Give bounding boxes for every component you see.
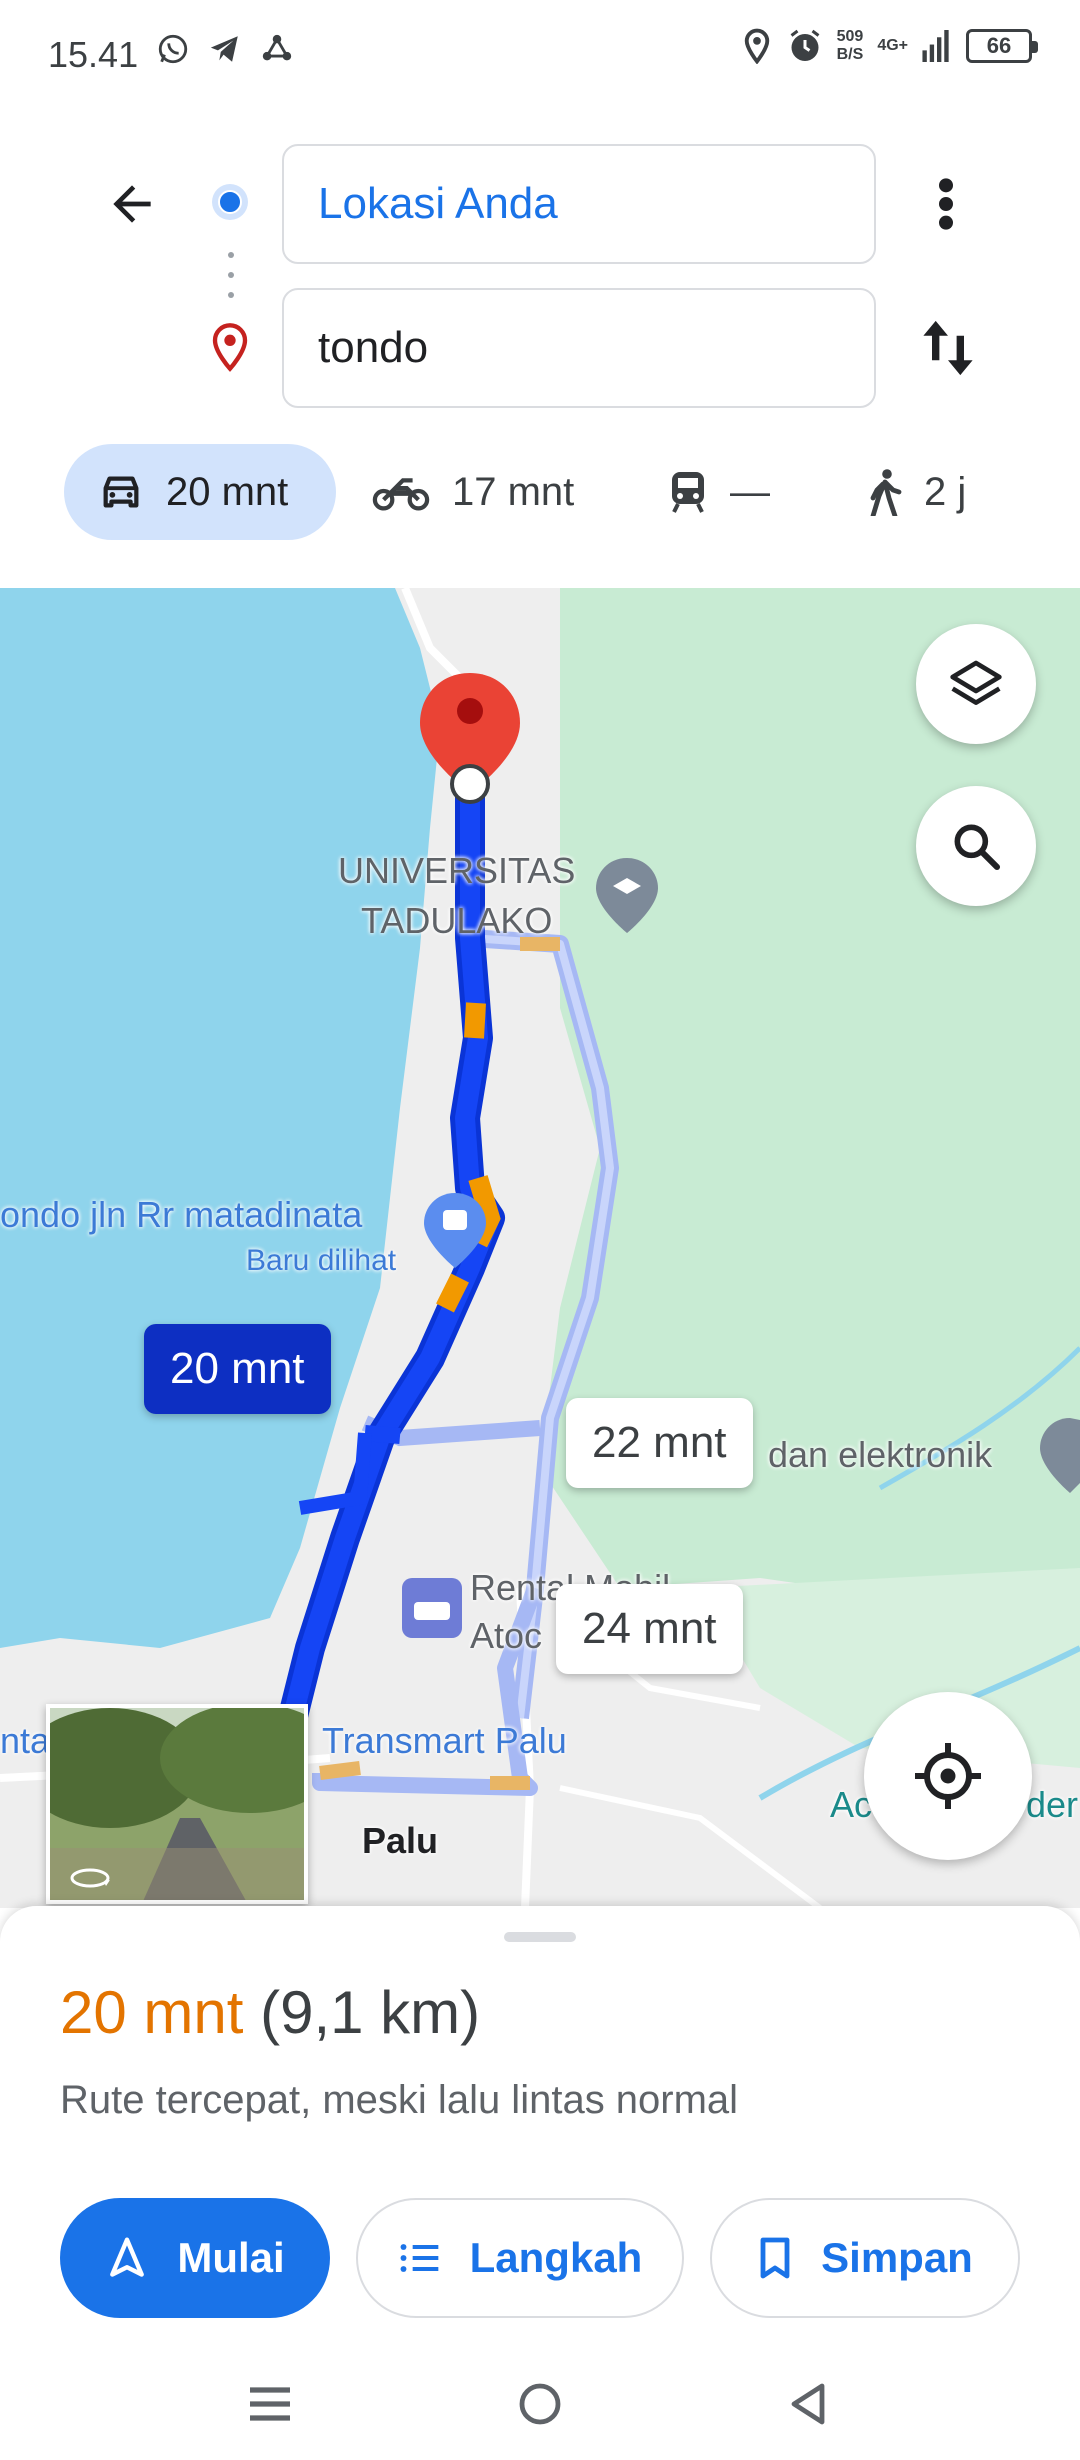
steps-button[interactable]: Langkah — [356, 2198, 684, 2318]
traffic-segment — [464, 1002, 486, 1039]
primary-bubble-label: 20 mnt — [170, 1344, 305, 1393]
route-distance: (9,1 km) — [260, 1979, 481, 2046]
arrow-back-icon — [113, 185, 151, 223]
mode-transit-label: — — [730, 469, 770, 514]
motorcycle-icon — [372, 478, 430, 511]
route-duration: 20 mnt — [60, 1979, 244, 2046]
sheet-drag-handle[interactable] — [504, 1932, 576, 1942]
network-type: 4G+ — [877, 37, 908, 54]
notification-icons — [156, 32, 294, 66]
map-label-electronics: dan elektronik — [768, 1434, 993, 1475]
walk-icon — [870, 469, 902, 516]
origin-field[interactable]: Lokasi Anda — [282, 144, 876, 264]
map-label-transmart: Transmart Palu — [322, 1720, 567, 1761]
mode-motorcycle-label: 17 mnt — [452, 469, 575, 514]
map-label-university: UNIVERSITAS TADULAKO — [338, 846, 575, 946]
search-map-button[interactable] — [916, 786, 1036, 906]
car-icon — [103, 476, 139, 508]
back-nav-button[interactable] — [772, 2368, 844, 2440]
back-button[interactable] — [96, 168, 168, 240]
network-speed-unit: B/S — [836, 46, 864, 63]
start-button[interactable]: Mulai — [60, 2198, 330, 2318]
map-label-recent: Baru dilihat — [246, 1244, 397, 1277]
map-label-right-partial-b: der — [1026, 1784, 1079, 1825]
save-button[interactable]: Simpan — [710, 2198, 1020, 2318]
route-summary: 20 mnt (9,1 km) — [60, 1978, 480, 2047]
battery-level: 66 — [986, 33, 1012, 58]
battery-icon: 66 — [966, 29, 1038, 63]
car-rental-marker — [402, 1578, 462, 1638]
route-time-bubble-alt-1[interactable]: 22 mnt — [566, 1398, 753, 1488]
steps-button-label: Langkah — [469, 2234, 643, 2281]
back-triangle-icon — [791, 2383, 825, 2425]
start-button-label: Mulai — [177, 2234, 285, 2281]
map-label-palu: Palu — [362, 1820, 439, 1861]
traffic-segment — [436, 1273, 469, 1313]
street-view-thumbnail[interactable] — [46, 1704, 308, 1904]
status-time: 15.41 — [48, 34, 139, 75]
menu-lines-icon — [250, 2387, 290, 2421]
more-vert-icon — [939, 178, 953, 230]
layers-button[interactable] — [916, 624, 1036, 744]
home-button[interactable] — [504, 2368, 576, 2440]
map-view[interactable]: UNIVERSITAS TADULAKO ondo jln Rr matadin… — [0, 588, 1080, 1908]
swap-vert-icon — [923, 320, 973, 376]
signal-icon — [922, 30, 949, 62]
mode-car-label: 20 mnt — [166, 469, 289, 514]
layers-icon — [950, 660, 1002, 705]
my-location-icon — [915, 1743, 981, 1809]
route-description: Rute tercepat, meski lalu lintas normal — [60, 2078, 739, 2122]
destination-pin-icon — [212, 323, 248, 372]
origin-dot-icon — [212, 184, 248, 220]
alt2-bubble-label: 24 mnt — [582, 1604, 717, 1653]
rotate-360-icon — [70, 1868, 110, 1888]
network-speed: 509 B/S — [837, 28, 864, 64]
mode-walk-label: 2 j — [924, 469, 967, 514]
mode-tab-walk[interactable]: 2 j — [868, 444, 966, 540]
status-bar: 15.41 509 B/S 4G+ 66 — [0, 0, 1080, 110]
alarm-icon — [790, 29, 820, 61]
sync-icon — [262, 34, 292, 61]
route-connector-dots — [228, 252, 234, 298]
telegram-icon — [210, 36, 238, 62]
status-indicators: 509 B/S 4G+ 66 — [741, 28, 1038, 64]
mode-tab-motorcycle[interactable]: 17 mnt — [372, 444, 574, 540]
save-button-label: Simpan — [821, 2234, 973, 2281]
travel-mode-tabs: 20 mnt 17 mnt — 2 j — [0, 444, 1080, 540]
mode-tab-car[interactable]: 20 mnt — [64, 444, 336, 540]
traffic-segment — [319, 1761, 361, 1780]
route-time-bubble-primary[interactable]: 20 mnt — [144, 1324, 331, 1414]
system-navigation-bar — [0, 2344, 1080, 2460]
bookmark-icon — [760, 2237, 790, 2279]
mode-tab-transit[interactable]: — — [668, 444, 770, 540]
origin-text: Lokasi Anda — [318, 179, 558, 228]
more-options-button[interactable] — [918, 164, 974, 244]
recents-button[interactable] — [234, 2368, 306, 2440]
list-icon — [400, 2244, 438, 2272]
destination-field[interactable]: tondo — [282, 288, 876, 408]
destination-text: tondo — [318, 323, 429, 372]
my-location-button[interactable] — [864, 1692, 1032, 1860]
university-label-line1: UNIVERSITAS — [338, 850, 576, 891]
train-icon — [672, 472, 704, 513]
network-speed-value: 509 — [836, 28, 864, 45]
alt1-bubble-label: 22 mnt — [592, 1418, 727, 1467]
location-icon — [744, 28, 769, 64]
route-time-bubble-alt-2[interactable]: 24 mnt — [556, 1584, 743, 1674]
search-icon — [954, 824, 1001, 871]
university-label-line2: TADULAKO — [361, 900, 553, 941]
whatsapp-icon — [158, 34, 188, 64]
swap-button[interactable] — [912, 308, 984, 388]
home-circle-icon — [519, 2383, 561, 2425]
navigation-arrow-icon — [110, 2237, 145, 2277]
map-label-left-partial: nta — [0, 1720, 51, 1761]
map-label-tondo-place: ondo jln Rr matadinata — [0, 1194, 363, 1235]
